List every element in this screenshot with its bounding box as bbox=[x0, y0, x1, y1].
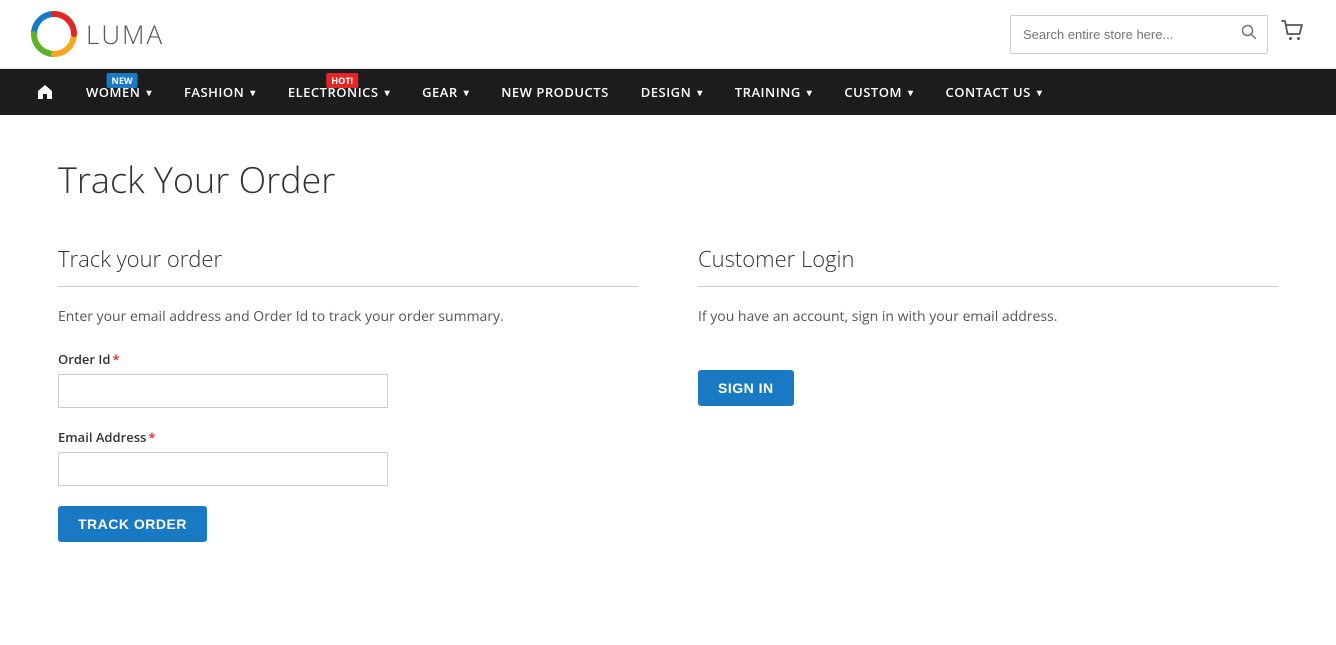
header-right bbox=[1010, 15, 1306, 54]
search-wrapper bbox=[1010, 15, 1268, 54]
nav-home-link[interactable] bbox=[20, 69, 70, 115]
login-section-desc: If you have an account, sign in with you… bbox=[698, 307, 1278, 326]
badge-new: New bbox=[107, 73, 138, 88]
nav-contact-link[interactable]: CONTACT US ▾ bbox=[929, 69, 1058, 115]
nav-item-new-products[interactable]: NEW PRODUCTS bbox=[485, 69, 625, 115]
search-input[interactable] bbox=[1011, 19, 1231, 50]
nav-item-design[interactable]: DESIGN ▾ bbox=[625, 69, 719, 115]
page-title: Track Your Order bbox=[58, 155, 1278, 204]
nav-design-label: DESIGN bbox=[641, 83, 692, 101]
luma-logo-icon bbox=[30, 10, 78, 58]
chevron-down-icon: ▾ bbox=[1037, 85, 1043, 99]
email-label: Email Address* bbox=[58, 428, 638, 446]
cart-icon bbox=[1280, 18, 1306, 44]
home-icon bbox=[36, 83, 54, 101]
nav-new-products-link[interactable]: NEW PRODUCTS bbox=[485, 69, 625, 115]
nav-contact-label: CONTACT US bbox=[945, 83, 1030, 101]
nav-custom-label: CUSTOM bbox=[844, 83, 902, 101]
nav-item-contact[interactable]: CONTACT US ▾ bbox=[929, 69, 1058, 115]
nav-fashion-label: FASHION bbox=[184, 83, 244, 101]
nav-fashion-link[interactable]: FASHION ▾ bbox=[168, 69, 272, 115]
email-label-text: Email Address bbox=[58, 428, 146, 446]
sign-in-button[interactable]: Sign In bbox=[698, 370, 794, 406]
nav-design-link[interactable]: DESIGN ▾ bbox=[625, 69, 719, 115]
chevron-down-icon: ▾ bbox=[146, 85, 152, 99]
badge-hot: Hot! bbox=[326, 73, 358, 88]
track-order-section: Track your order Enter your email addres… bbox=[58, 244, 638, 542]
order-id-label: Order Id* bbox=[58, 350, 638, 368]
track-order-button[interactable]: Track Order bbox=[58, 506, 207, 542]
cart-button[interactable] bbox=[1280, 18, 1306, 50]
track-section-desc: Enter your email address and Order Id to… bbox=[58, 307, 638, 326]
order-id-required: * bbox=[112, 350, 119, 368]
order-id-label-text: Order Id bbox=[58, 350, 110, 368]
chevron-down-icon: ▾ bbox=[385, 85, 391, 99]
nav-training-link[interactable]: TRAINING ▾ bbox=[719, 69, 829, 115]
order-id-input[interactable] bbox=[58, 374, 388, 408]
track-section-title: Track your order bbox=[58, 244, 638, 287]
main-content: Track Your Order Track your order Enter … bbox=[28, 115, 1308, 602]
customer-login-section: Customer Login If you have an account, s… bbox=[698, 244, 1278, 542]
chevron-down-icon: ▾ bbox=[908, 85, 914, 99]
search-icon bbox=[1241, 24, 1257, 40]
chevron-down-icon: ▾ bbox=[807, 85, 813, 99]
nav-item-home[interactable] bbox=[20, 69, 70, 115]
email-field: Email Address* bbox=[58, 428, 638, 506]
chevron-down-icon: ▾ bbox=[697, 85, 703, 99]
nav-item-electronics[interactable]: Hot! ELECTRONICS ▾ bbox=[272, 69, 406, 115]
nav-item-women[interactable]: New WOMEN ▾ bbox=[70, 69, 168, 115]
email-input[interactable] bbox=[58, 452, 388, 486]
two-column-layout: Track your order Enter your email addres… bbox=[58, 244, 1278, 542]
email-required: * bbox=[148, 428, 155, 446]
main-nav: New WOMEN ▾ FASHION ▾ Hot! ELECTRONICS ▾… bbox=[0, 69, 1336, 115]
order-id-field: Order Id* bbox=[58, 350, 638, 428]
nav-item-custom[interactable]: CUSTOM ▾ bbox=[828, 69, 929, 115]
nav-list: New WOMEN ▾ FASHION ▾ Hot! ELECTRONICS ▾… bbox=[20, 69, 1316, 115]
nav-item-gear[interactable]: GEAR ▾ bbox=[406, 69, 485, 115]
chevron-down-icon: ▾ bbox=[464, 85, 470, 99]
logo-text: LUMA bbox=[86, 16, 164, 52]
nav-custom-link[interactable]: CUSTOM ▾ bbox=[828, 69, 929, 115]
search-button[interactable] bbox=[1231, 16, 1267, 53]
nav-new-products-label: NEW PRODUCTS bbox=[501, 83, 609, 101]
logo-area[interactable]: LUMA bbox=[30, 10, 164, 58]
chevron-down-icon: ▾ bbox=[250, 85, 256, 99]
login-section-title: Customer Login bbox=[698, 244, 1278, 287]
nav-gear-label: GEAR bbox=[422, 83, 458, 101]
nav-item-training[interactable]: TRAINING ▾ bbox=[719, 69, 829, 115]
nav-item-fashion[interactable]: FASHION ▾ bbox=[168, 69, 272, 115]
nav-gear-link[interactable]: GEAR ▾ bbox=[406, 69, 485, 115]
site-header: LUMA bbox=[0, 0, 1336, 69]
nav-training-label: TRAINING bbox=[735, 83, 801, 101]
